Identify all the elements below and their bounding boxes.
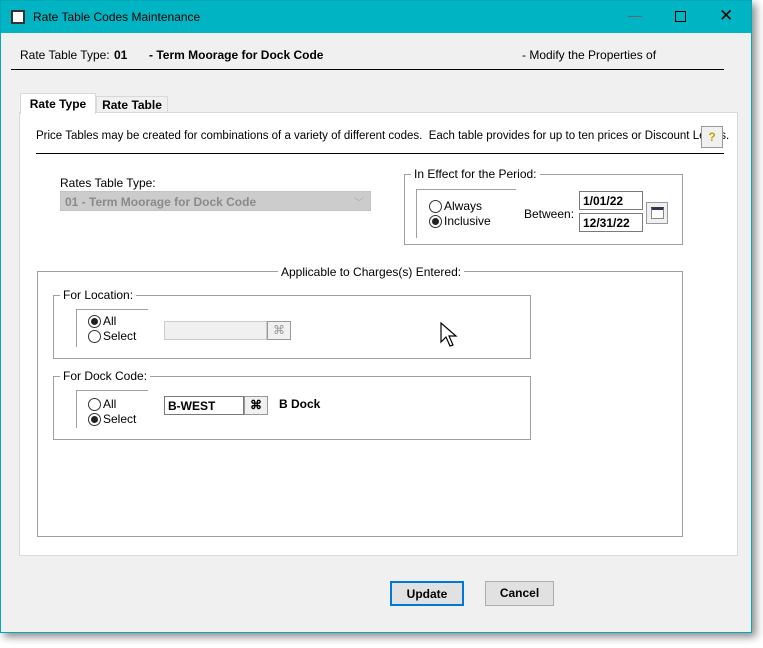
dialog-window: Rate Table Codes Maintenance — ✕ Rate Ta… [0, 0, 752, 633]
description-divider [36, 153, 724, 154]
rates-table-type-label: Rates Table Type: [60, 176, 156, 190]
title-bar: Rate Table Codes Maintenance — ✕ [1, 1, 751, 33]
location-radio-all-label: All [103, 314, 117, 328]
tab-rate-table[interactable]: Rate Table [96, 96, 168, 113]
dock-lookup-button[interactable]: ⌘ [244, 396, 268, 415]
update-button[interactable]: Update [390, 581, 464, 606]
radio-always-label: Always [444, 199, 483, 213]
binoculars-icon: ⌘ [273, 323, 285, 337]
radio-inclusive[interactable] [429, 215, 442, 228]
applicable-group-title: Applicable to Charges(s) Entered: [278, 265, 465, 279]
calendar-button[interactable] [646, 202, 668, 224]
dock-code-group-title: For Dock Code: [60, 369, 151, 383]
radio-inclusive-label: Inclusive [444, 214, 491, 228]
period-group: In Effect for the Period: Always Inclusi… [404, 167, 683, 245]
tab-label: Rate Type [29, 97, 87, 111]
dock-radio-select-label: Select [103, 412, 137, 426]
mode-text: - Modify the Properties of [522, 48, 657, 62]
location-group-title: For Location: [60, 288, 137, 302]
minimize-button[interactable]: — [628, 7, 642, 23]
help-button[interactable]: ? [701, 126, 723, 148]
location-lookup-button[interactable]: ⌘ [267, 321, 291, 340]
start-date-input[interactable]: 1/01/22 [579, 191, 643, 210]
location-radio-select-label: Select [103, 329, 137, 343]
dock-radio-select[interactable] [88, 413, 101, 426]
rate-table-type-desc: - Term Moorage for Dock Code [149, 48, 324, 62]
location-radio-all[interactable] [88, 315, 101, 328]
location-input[interactable] [164, 321, 267, 340]
location-radio-select[interactable] [88, 330, 101, 343]
dock-code-group: For Dock Code: All Select B-WEST ⌘ B Doc… [53, 369, 531, 440]
dock-radio-all[interactable] [88, 398, 101, 411]
location-group: For Location: All Select ⌘ [53, 288, 531, 359]
end-date-input[interactable]: 12/31/22 [579, 213, 643, 232]
close-button[interactable]: ✕ [719, 6, 733, 26]
period-group-title: In Effect for the Period: [411, 167, 540, 181]
tab-rate-type[interactable]: Rate Type [20, 93, 96, 114]
applicable-group: Applicable to Charges(s) Entered: For Lo… [37, 265, 683, 537]
cancel-button[interactable]: Cancel [485, 581, 554, 606]
help-icon: ? [708, 130, 716, 144]
window-icon [11, 10, 25, 24]
rate-table-type-label: Rate Table Type: [20, 48, 110, 62]
binoculars-icon: ⌘ [250, 398, 262, 412]
header-divider [11, 69, 724, 70]
chevron-down-icon: ﹀ [354, 198, 364, 209]
mouse-cursor-icon [440, 322, 458, 347]
dock-code-description: B Dock [279, 397, 321, 411]
rates-table-type-select[interactable]: 01 - Term Moorage for Dock Code ﹀ [60, 191, 371, 211]
select-value: 01 - Term Moorage for Dock Code [65, 195, 257, 209]
rate-table-type-code: 01 [114, 48, 128, 62]
dock-radio-all-label: All [103, 397, 117, 411]
window-title: Rate Table Codes Maintenance [33, 10, 201, 24]
radio-always[interactable] [429, 200, 442, 213]
between-label: Between: [524, 207, 575, 221]
calendar-icon [651, 207, 664, 219]
maximize-button[interactable] [675, 11, 686, 22]
dock-code-input[interactable]: B-WEST [164, 396, 244, 415]
tab-label: Rate Table [102, 98, 162, 112]
description-text: Price Tables may be created for combinat… [36, 130, 730, 142]
